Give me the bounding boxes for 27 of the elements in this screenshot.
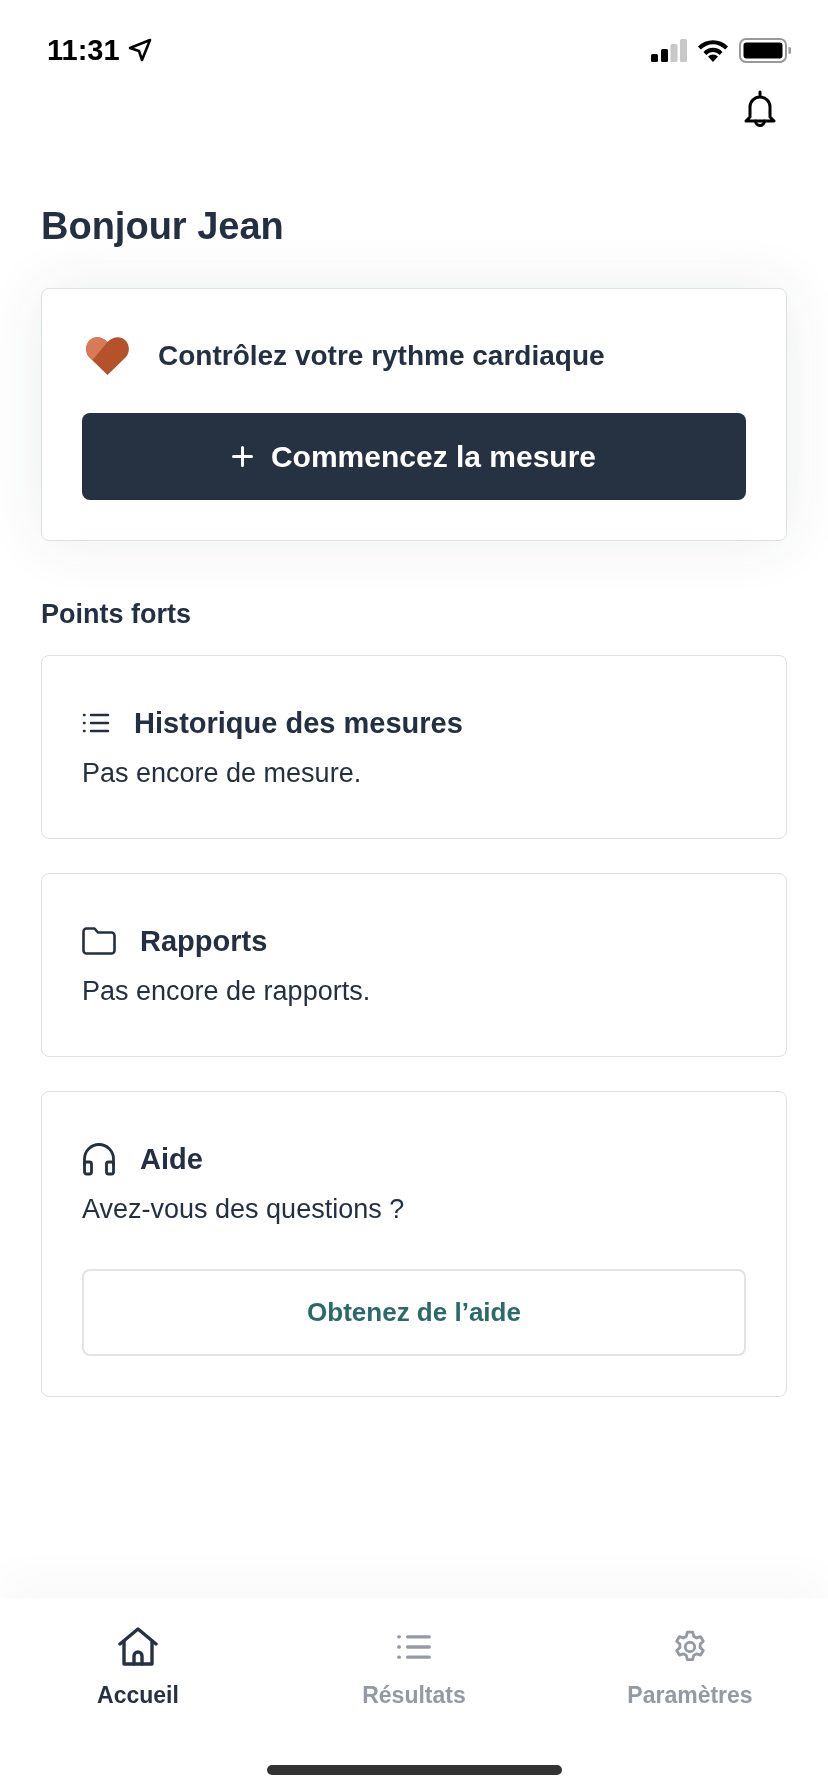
folder-icon	[82, 927, 116, 955]
tab[interactable]: Accueil	[0, 1627, 276, 1709]
signal-icon	[651, 38, 687, 62]
home-icon	[118, 1627, 158, 1667]
location-arrow-icon	[127, 38, 152, 62]
card-text: Pas encore de mesure.	[82, 757, 363, 790]
battery-icon	[739, 37, 791, 63]
info-card[interactable]: Rapports Pas encore de rapports.	[41, 873, 787, 1057]
bell-icon	[744, 90, 776, 130]
plus-icon	[231, 446, 253, 467]
headphones-icon	[82, 1142, 116, 1176]
notifications-button[interactable]	[744, 90, 776, 130]
wifi-icon	[697, 38, 729, 62]
status-time: 11:31	[47, 35, 120, 65]
section-title: Points forts	[41, 598, 192, 631]
heart-rate-title: Contrôlez votre rythme cardiaque	[158, 339, 605, 373]
card-text: Avez-vous des questions ?	[82, 1193, 406, 1226]
info-card[interactable]: Historique des mesures Pas encore de mesure.	[41, 655, 787, 839]
card-text: Pas encore de rapports.	[82, 975, 372, 1008]
greeting-title: Bonjour Jean	[41, 204, 285, 249]
start-measurement-button[interactable]: Commencez la mesure	[82, 413, 746, 500]
card-title: Rapports	[140, 924, 268, 959]
card-title: Historique des mesures	[134, 706, 463, 741]
card-title: Aide	[140, 1142, 203, 1177]
get-help-button[interactable]: Obtenez de l’aide	[82, 1269, 746, 1356]
list-icon	[82, 712, 110, 734]
list-icon	[396, 1633, 432, 1661]
